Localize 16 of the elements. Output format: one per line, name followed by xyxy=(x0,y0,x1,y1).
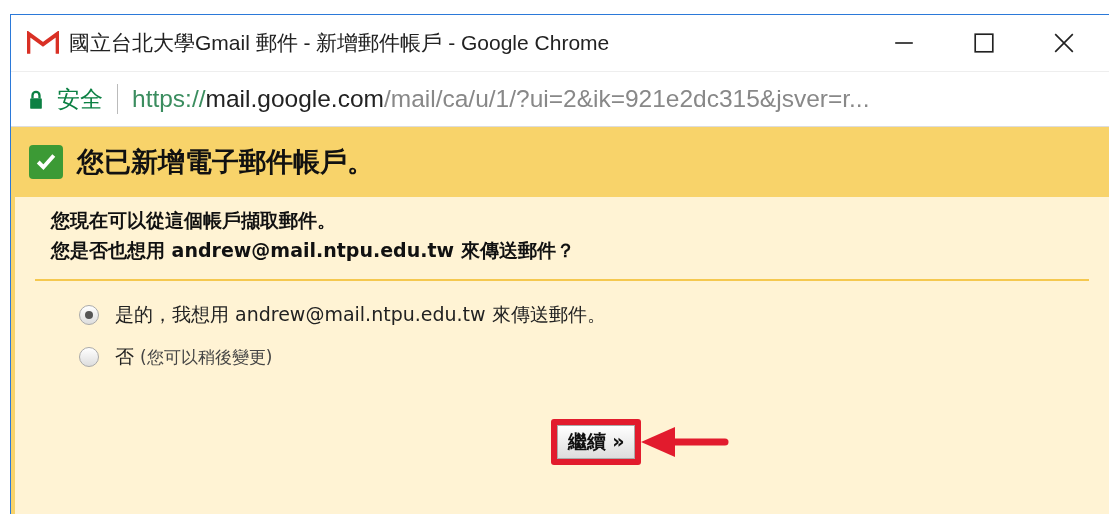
message-text: 您現在可以從這個帳戶擷取郵件。 xyxy=(49,208,337,233)
option-label[interactable]: 是的，我想用 andrew@mail.ntpu.edu.tw 來傳送郵件。 xyxy=(115,302,606,328)
continue-button[interactable]: 繼續 » xyxy=(556,425,636,459)
message-text: 您是否也想用 andrew@mail.ntpu.edu.tw 來傳送郵件？ xyxy=(49,238,576,263)
lock-icon xyxy=(29,89,43,109)
window-title: 國立台北大學Gmail 郵件 - 新增郵件帳戶 - Google Chrome xyxy=(69,30,610,56)
maximize-button[interactable] xyxy=(973,32,995,54)
radio-button[interactable] xyxy=(79,305,99,325)
close-button[interactable] xyxy=(1053,32,1075,54)
security-label: 安全 xyxy=(57,84,103,114)
url-text[interactable]: https://mail.google.com/mail/ca/u/1/?ui=2&ik=921e2dc315&jsver=r... xyxy=(132,85,870,113)
option-note: (您可以稍後變更) xyxy=(140,345,273,369)
radio-button[interactable] xyxy=(79,347,99,367)
header-title: 您已新增電子郵件帳戶。 xyxy=(77,145,374,179)
option-label[interactable]: 否 xyxy=(115,344,134,370)
mail-logo-icon xyxy=(27,31,59,55)
